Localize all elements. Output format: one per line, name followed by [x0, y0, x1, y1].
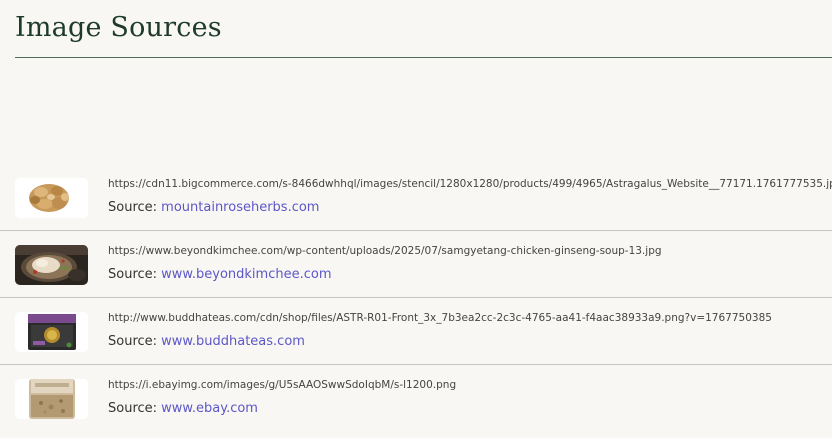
source-line: Source: www.beyondkimchee.com	[108, 267, 331, 282]
source-label: Source:	[108, 267, 162, 282]
image-url: https://i.ebayimg.com/images/g/U5sAAOSww…	[108, 379, 457, 391]
page-title: Image Sources	[15, 12, 222, 43]
list-item: https://www.beyondkimchee.com/wp-content…	[0, 231, 832, 298]
source-link[interactable]: www.ebay.com	[161, 401, 258, 416]
source-link[interactable]: www.beyondkimchee.com	[161, 267, 331, 282]
list-item: https://i.ebayimg.com/images/g/U5sAAOSww…	[0, 365, 832, 431]
image-url: https://www.beyondkimchee.com/wp-content…	[108, 245, 662, 257]
image-url: http://www.buddhateas.com/cdn/shop/files…	[108, 312, 772, 324]
list-item: https://cdn11.bigcommerce.com/s-8466dwhh…	[0, 164, 832, 231]
source-label: Source:	[108, 200, 162, 215]
chicken-soup-thumbnail[interactable]	[15, 245, 88, 285]
title-divider	[15, 57, 832, 58]
tea-package-thumbnail[interactable]	[15, 312, 88, 352]
source-label: Source:	[108, 334, 162, 349]
source-line: Source: www.ebay.com	[108, 401, 258, 416]
source-label: Source:	[108, 401, 162, 416]
herb-bag-thumbnail[interactable]	[15, 379, 88, 419]
dried-root-slices-thumbnail[interactable]	[15, 178, 88, 218]
source-link[interactable]: www.buddhateas.com	[161, 334, 305, 349]
source-link[interactable]: mountainroseherbs.com	[161, 200, 319, 215]
source-list: https://cdn11.bigcommerce.com/s-8466dwhh…	[0, 164, 832, 431]
image-url: https://cdn11.bigcommerce.com/s-8466dwhh…	[108, 178, 832, 190]
source-line: Source: www.buddhateas.com	[108, 334, 305, 349]
list-item: http://www.buddhateas.com/cdn/shop/files…	[0, 298, 832, 365]
source-line: Source: mountainroseherbs.com	[108, 200, 319, 215]
